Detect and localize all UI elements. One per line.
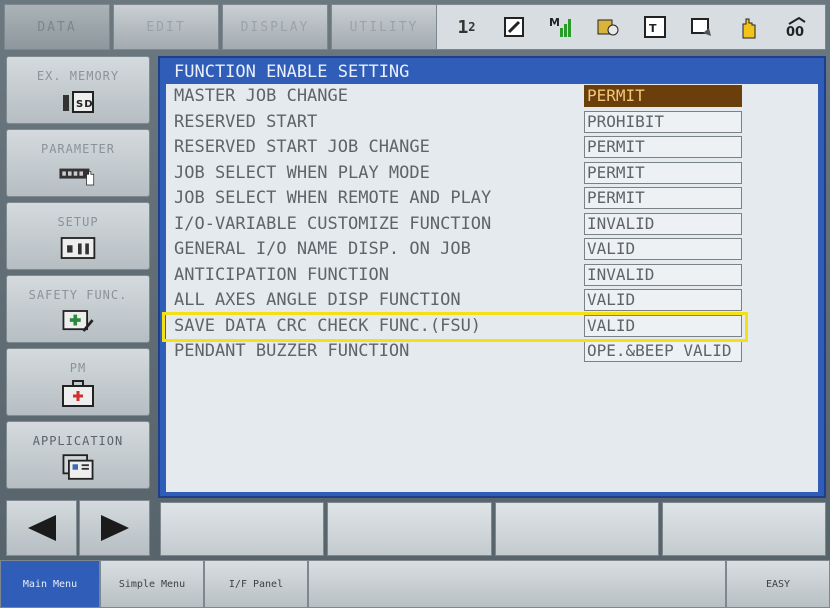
coordinate-icon[interactable]: 00	[782, 13, 810, 41]
side-parameter-button[interactable]: PARAMETER	[6, 129, 150, 197]
parameter-hand-icon	[58, 162, 98, 188]
setting-value[interactable]: PERMIT	[584, 136, 742, 158]
security-icon[interactable]	[594, 13, 622, 41]
tab-edit[interactable]: EDIT	[113, 4, 219, 50]
setting-label: I/O-VARIABLE CUSTOMIZE FUNCTION	[174, 213, 492, 234]
setting-row: MASTER JOB CHANGE PERMIT	[166, 84, 818, 108]
setup-icon	[58, 235, 98, 261]
function-enable-window: FUNCTION ENABLE SETTING MASTER JOB CHANG…	[158, 56, 826, 498]
side-parameter-label: PARAMETER	[40, 142, 116, 156]
hand-stop-icon[interactable]	[735, 13, 763, 41]
function-key-3[interactable]	[494, 502, 659, 556]
function-keys	[160, 502, 826, 556]
setting-label: JOB SELECT WHEN PLAY MODE	[174, 162, 430, 183]
setting-label: RESERVED START	[174, 111, 318, 132]
safety-plus-icon	[58, 308, 98, 334]
side-setup-label: SETUP	[57, 215, 99, 229]
function-key-1[interactable]	[160, 502, 325, 556]
function-key-4[interactable]	[661, 502, 826, 556]
setting-value[interactable]: INVALID	[584, 263, 742, 286]
setting-value[interactable]: VALID	[584, 289, 742, 311]
easy-tab[interactable]: EASY	[726, 560, 830, 608]
job-number-icon[interactable]: 12	[453, 13, 481, 41]
tab-data[interactable]: DATA	[4, 4, 110, 50]
setting-value[interactable]: INVALID	[584, 212, 742, 235]
setting-label: PENDANT BUZZER FUNCTION	[174, 341, 410, 361]
side-application-label: APPLICATION	[32, 434, 124, 448]
right-arrow-icon	[100, 515, 129, 541]
setting-label: RESERVED START JOB CHANGE	[174, 137, 430, 157]
status-bar: 12 M T 00	[436, 4, 826, 50]
setting-value[interactable]: OPE.&BEEP VALID	[584, 340, 742, 362]
page-arrows	[6, 500, 150, 556]
tab-utility[interactable]: UTILITY	[331, 4, 437, 50]
setting-row: RESERVED START JOB CHANGE PERMIT	[166, 135, 818, 159]
if-panel-tab[interactable]: I/F Panel	[204, 560, 308, 608]
medical-kit-icon	[58, 380, 98, 407]
setting-label: ALL AXES ANGLE DISP FUNCTION	[174, 290, 461, 310]
setting-label: GENERAL I/O NAME DISP. ON JOB	[174, 239, 471, 259]
bottom-blank-area	[308, 560, 726, 608]
simple-menu-tab[interactable]: Simple Menu	[100, 560, 204, 608]
edit-mode-icon[interactable]	[500, 13, 528, 41]
setting-label: JOB SELECT WHEN REMOTE AND PLAY	[174, 188, 492, 208]
application-icon	[58, 454, 98, 480]
setting-label: MASTER JOB CHANGE	[174, 86, 348, 106]
manual-speed-icon[interactable]: M	[547, 13, 575, 41]
setting-value[interactable]: PERMIT	[584, 85, 742, 107]
setting-value[interactable]: PROHIBIT	[584, 110, 742, 133]
setting-value[interactable]: VALID	[584, 314, 742, 337]
sd-card-icon: SD	[58, 89, 98, 115]
svg-text:00: 00	[786, 25, 804, 40]
setting-label: SAVE DATA CRC CHECK FUNC.(FSU)	[174, 315, 482, 336]
side-ex-memory-label: EX. MEMORY	[36, 69, 120, 83]
function-key-2[interactable]	[327, 502, 492, 556]
setting-value[interactable]: VALID	[584, 238, 742, 260]
side-safety-func-label: SAFETY FUNC.	[28, 288, 128, 302]
teach-mode-icon[interactable]: T	[641, 13, 669, 41]
side-pm-label: PM	[69, 361, 87, 375]
svg-text:M: M	[549, 16, 560, 29]
settings-list: MASTER JOB CHANGE PERMIT RESERVED START …	[166, 84, 818, 492]
left-arrow-icon	[27, 515, 56, 541]
speed-text: 1	[457, 16, 469, 38]
setting-value[interactable]: PERMIT	[584, 187, 742, 209]
cycle-text: 2	[468, 20, 476, 34]
setting-row: PENDANT BUZZER FUNCTION OPE.&BEEP VALID	[166, 339, 818, 363]
setting-row: GENERAL I/O NAME DISP. ON JOB VALID	[166, 237, 818, 261]
setting-value[interactable]: PERMIT	[584, 161, 742, 184]
bottom-bar: Main Menu Simple Menu I/F Panel EASY	[0, 560, 830, 608]
setting-label: ANTICIPATION FUNCTION	[174, 264, 389, 285]
setting-row: ALL AXES ANGLE DISP FUNCTION VALID	[166, 288, 818, 312]
cycle-icon[interactable]	[688, 13, 716, 41]
side-application-button[interactable]: APPLICATION	[6, 421, 150, 489]
svg-text:T: T	[649, 22, 657, 35]
setting-row: SAVE DATA CRC CHECK FUNC.(FSU) VALID	[166, 314, 818, 338]
side-setup-button[interactable]: SETUP	[6, 202, 150, 270]
window-title: FUNCTION ENABLE SETTING	[174, 62, 410, 82]
prev-page-button[interactable]	[6, 500, 77, 556]
setting-row: ANTICIPATION FUNCTION INVALID	[166, 263, 818, 287]
tab-display[interactable]: DISPLAY	[222, 4, 328, 50]
main-menu-tab[interactable]: Main Menu	[0, 560, 100, 608]
next-page-button[interactable]	[79, 500, 150, 556]
setting-row: JOB SELECT WHEN PLAY MODE PERMIT	[166, 161, 818, 185]
setting-row: JOB SELECT WHEN REMOTE AND PLAY PERMIT	[166, 186, 818, 210]
svg-text:SD: SD	[76, 99, 94, 110]
setting-row: RESERVED START PROHIBIT	[166, 110, 818, 134]
side-ex-memory-button[interactable]: EX. MEMORY SD	[6, 56, 150, 124]
side-pm-button[interactable]: PM	[6, 348, 150, 416]
side-safety-func-button[interactable]: SAFETY FUNC.	[6, 275, 150, 343]
setting-row: I/O-VARIABLE CUSTOMIZE FUNCTION INVALID	[166, 212, 818, 236]
top-menu: DATA EDIT DISPLAY UTILITY	[4, 4, 440, 50]
side-menu: EX. MEMORY SD PARAMETER SETUP SAFETY FUN…	[6, 56, 152, 494]
